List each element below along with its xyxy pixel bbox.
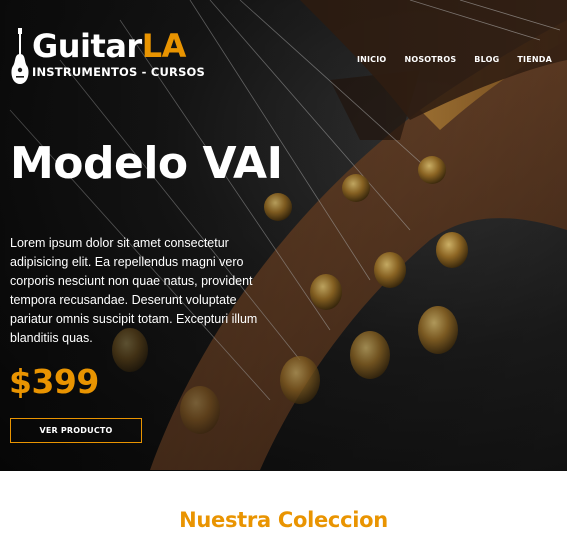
nav-link-nosotros[interactable]: NOSOTROS [404,55,456,64]
hero-price: $399 [9,362,99,401]
view-product-button[interactable]: VER PRODUCTO [10,418,142,443]
hero-description: Lorem ipsum dolor sit amet consectetur a… [10,236,258,345]
logo-title-main: Guitar [32,27,142,65]
logo-title-accent: LA [141,27,187,65]
logo-title: GuitarLA [32,28,205,64]
site-logo[interactable]: GuitarLA INSTRUMENTOS - CURSOS [10,28,205,86]
nav-link-tienda[interactable]: TIENDA [517,55,552,64]
main-navigation: INICIO NOSOTROS BLOG TIENDA [357,55,552,64]
logo-subtitle: INSTRUMENTOS - CURSOS [32,65,206,79]
collection-section: Nuestra Coleccion [0,471,567,546]
guitar-icon [11,28,29,84]
logo-text: GuitarLA INSTRUMENTOS - CURSOS [32,28,205,79]
collection-title: Nuestra Coleccion [179,508,388,532]
hero-section: GuitarLA INSTRUMENTOS - CURSOS INICIO NO… [0,0,567,471]
nav-link-blog[interactable]: BLOG [474,55,499,64]
hero-title: Modelo VAI [10,138,283,189]
nav-link-inicio[interactable]: INICIO [357,55,387,64]
